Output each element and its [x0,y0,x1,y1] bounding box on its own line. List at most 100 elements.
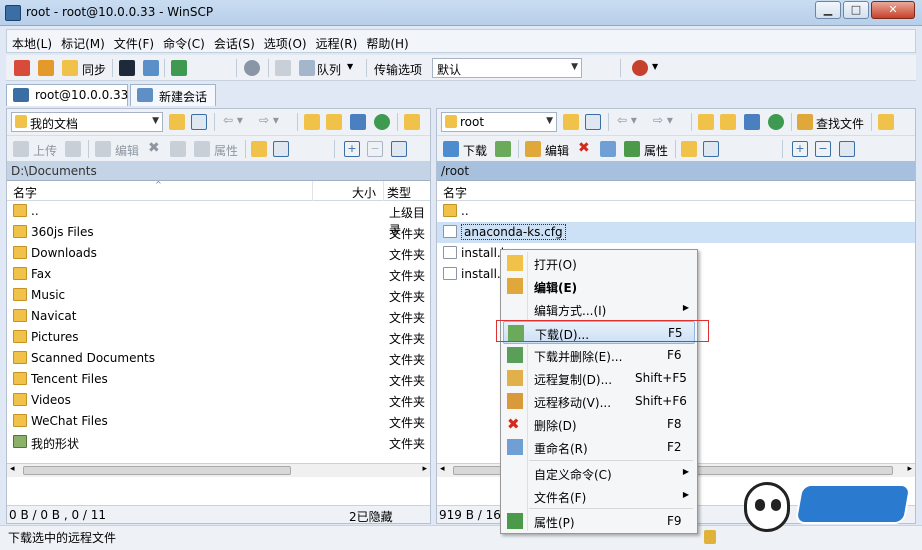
refresh-icon[interactable] [374,114,390,130]
open-folder-icon[interactable] [563,114,579,130]
menu-commands[interactable]: 命令(C) [158,30,209,52]
select-minus-icon[interactable]: − [367,141,383,157]
edit-icon[interactable] [525,141,541,157]
edit-button[interactable]: 编辑 [115,142,139,159]
new-file-icon[interactable] [703,141,719,157]
list-item[interactable]: Tencent Files 文件夹 [7,369,430,390]
refresh-icon[interactable] [768,114,784,130]
transfer-settings-select[interactable]: 默认 ▼ [432,58,582,78]
rename-icon[interactable] [600,141,616,157]
remote-location-select[interactable]: root ▼ [441,112,557,132]
select-plus-icon[interactable]: + [344,141,360,157]
queue-icon[interactable] [299,60,315,76]
new-folder-icon[interactable] [251,141,267,157]
properties-button[interactable]: 属性 [214,142,238,159]
list-item[interactable]: Music 文件夹 [7,285,430,306]
root-dir-icon[interactable] [720,114,736,130]
download-icon[interactable] [443,141,459,157]
menu-item-delete[interactable]: ✖ 删除(D) F8 [503,413,695,436]
list-item[interactable]: Navicat 文件夹 [7,306,430,327]
properties-icon[interactable] [624,141,640,157]
edit-button[interactable]: 编辑 [545,142,569,159]
compare-dirs-icon[interactable] [14,60,30,76]
chevron-down-icon[interactable]: ▼ [347,62,353,71]
list-item[interactable]: .. 上级目录 [7,201,430,237]
queue-button[interactable]: 队列 [317,61,341,78]
menu-mark[interactable]: 标记(M) [56,30,109,52]
select-plus-icon[interactable]: + [792,141,808,157]
properties-button[interactable]: 属性 [644,142,668,159]
open-folder-icon[interactable] [169,114,185,130]
menu-local[interactable]: 本地(L) [7,30,56,52]
parent-dir-icon[interactable] [698,114,714,130]
list-item[interactable]: Downloads 文件夹 [7,243,430,264]
list-item-selected[interactable]: anaconda-ks.cfg [437,222,915,243]
terminal-icon[interactable] [119,60,135,76]
list-item[interactable]: Videos 文件夹 [7,390,430,411]
chevron-down-icon[interactable]: ▼ [652,62,658,71]
list-item[interactable]: WeChat Files 文件夹 [7,411,430,432]
tab-session-root[interactable]: root@10.0.0.33 [6,84,128,106]
select-minus-icon[interactable]: − [815,141,831,157]
new-folder-icon[interactable] [681,141,697,157]
home-icon[interactable] [744,114,760,130]
scroll-right-icon[interactable]: ▸ [422,464,427,474]
root-dir-icon[interactable] [326,114,342,130]
back-arrow-icon[interactable]: ⇦ ▾ [223,113,243,127]
tree-icon[interactable] [878,114,894,130]
list-item[interactable]: .. [437,201,915,222]
menu-item-download-delete[interactable]: 下载并删除(E)... F6 [503,344,695,367]
binoculars-icon[interactable] [797,114,813,130]
sync-icon[interactable] [62,60,78,76]
local-horizontal-scrollbar[interactable]: ◂ ▸ [7,463,430,477]
home-icon[interactable] [350,114,366,130]
delete-icon[interactable]: ✖ [148,140,160,156]
list-item[interactable]: 360js Files 文件夹 [7,222,430,243]
upload-button[interactable]: 上传 [33,142,57,159]
back-arrow-icon[interactable]: ⇦ ▾ [617,113,637,127]
column-name[interactable]: 名字 [443,184,467,201]
menu-options[interactable]: 选项(O) [259,30,311,52]
parent-dir-icon[interactable] [304,114,320,130]
tab-new-session[interactable]: 新建会话 [130,84,216,106]
forward-arrow-icon[interactable]: ⇨ ▾ [259,113,279,127]
local-location-select[interactable]: 我的文档 ▼ [11,112,163,132]
menu-remote[interactable]: 远程(R) [311,30,362,52]
queue-pause-icon[interactable] [275,60,291,76]
menu-session[interactable]: 会话(S) [209,30,259,52]
maximize-button[interactable]: □ [843,1,869,19]
menu-item-remote-copy[interactable]: 远程复制(D)... Shift+F5 [503,367,695,390]
column-type[interactable]: 类型 [387,184,411,201]
filter-icon[interactable] [191,114,207,130]
list-item[interactable]: 我的形状 文件夹 [7,432,430,453]
filter-icon[interactable] [839,141,855,157]
scroll-left-icon[interactable]: ◂ [440,464,445,474]
delete-icon[interactable]: ✖ [578,140,590,156]
scroll-left-icon[interactable]: ◂ [10,464,15,474]
menu-files[interactable]: 文件(F) [109,30,158,52]
sync-browse-icon[interactable] [38,60,54,76]
sync-button[interactable]: 同步 [82,61,106,78]
reconnect-icon[interactable] [632,60,648,76]
new-file-icon[interactable] [273,141,289,157]
menu-item-edit-with[interactable]: 编辑方式...(I) ▶ [503,298,695,321]
list-item[interactable]: Scanned Documents 文件夹 [7,348,430,369]
transfer-icon[interactable] [143,60,159,76]
list-item[interactable]: Fax 文件夹 [7,264,430,285]
scrollbar-thumb[interactable] [23,466,291,475]
tree-icon[interactable] [404,114,420,130]
close-button[interactable]: ✕ [871,1,915,19]
forward-arrow-icon[interactable]: ⇨ ▾ [653,113,673,127]
menu-item-open[interactable]: 打开(O) [503,252,695,275]
menu-item-properties[interactable]: 属性(P) F9 [503,510,695,533]
find-files-button[interactable]: 查找文件 [816,115,864,132]
menu-item-remote-move[interactable]: 远程移动(V)... Shift+F6 [503,390,695,413]
menu-item-file-names[interactable]: 文件名(F) ▶ [503,485,695,508]
column-size[interactable]: 大小 [352,184,376,201]
refresh-session-icon[interactable] [171,60,187,76]
menu-item-edit[interactable]: 编辑(E) [503,275,695,298]
gear-icon[interactable] [244,60,260,76]
menu-item-custom-commands[interactable]: 自定义命令(C) ▶ [503,462,695,485]
download-button[interactable]: 下载 [463,142,487,159]
list-item[interactable]: Pictures 文件夹 [7,327,430,348]
